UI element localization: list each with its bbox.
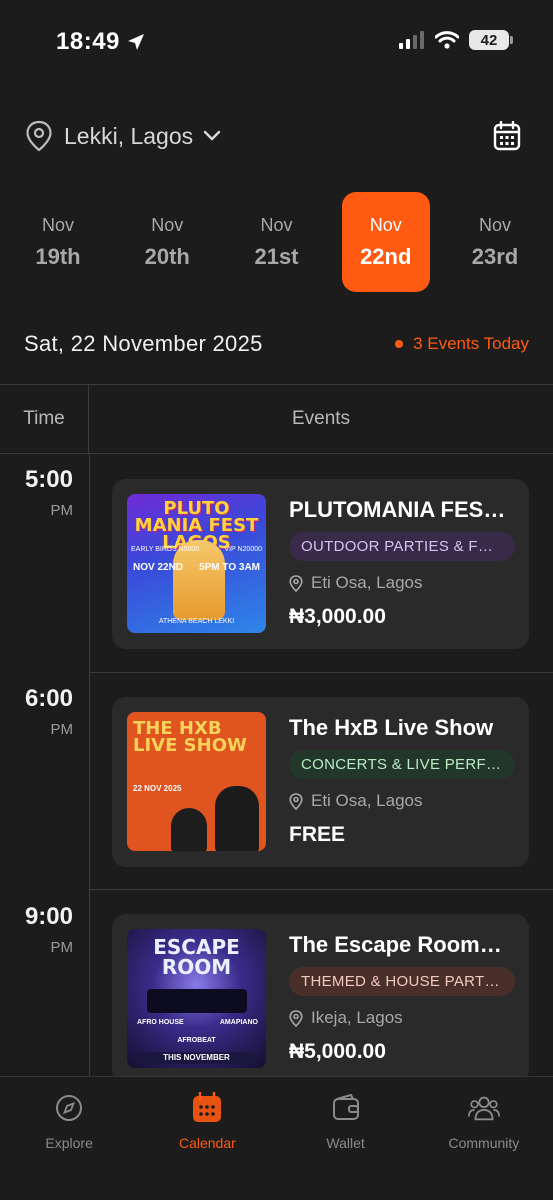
bottom-nav: Explore Calendar Wallet Community [0,1076,553,1200]
location-label: Lekki, Lagos [64,122,194,149]
dj-stage [147,989,247,1013]
people-icon [467,1091,501,1125]
event-price: ₦3,000.00 [289,605,386,628]
battery-indicator: 42 [469,30,513,50]
date-strip: Nov 19th Nov 20th Nov 21st Nov 22nd Nov … [14,192,539,292]
location-header: Lekki, Lagos [24,112,529,160]
time-slot: 6:00 PM [24,685,73,738]
time-slot: 5:00 PM [24,466,73,519]
events-count: 3 Events Today [395,334,529,354]
location-arrow-icon [127,34,144,50]
category-tag: OUTDOOR PARTIES & FES… [289,532,515,561]
events-column-header: Events [291,408,351,429]
performer-figure [215,786,259,851]
event-card[interactable]: THE HXB LIVE SHOW 22 NOV 2025 The HxB Li… [112,697,529,867]
time-slot: 9:00 PM [24,903,73,956]
performer-figure [171,808,207,851]
event-poster: PLUTO MANIA FEST LAGOS EARLY BIRDS N5000… [127,494,266,633]
calendar-icon [493,121,521,151]
row-divider [89,672,553,673]
nav-wallet[interactable]: Wallet [277,1077,415,1200]
day-summary: Sat, 22 November 2025 3 Events Today [24,326,529,362]
compass-icon [52,1091,86,1125]
event-venue: Ikeja, Lagos [289,1008,403,1028]
pin-icon [26,120,52,152]
nav-community[interactable]: Community [415,1077,553,1200]
event-title: The HxB Live Show [289,715,494,740]
date-item-21[interactable]: Nov 21st [233,192,321,292]
wifi-icon [435,31,459,49]
event-poster: ESCAPE ROOM AFRO HOUSE AMAPIANO AFROBEAT… [127,929,266,1068]
event-venue: Eti Osa, Lagos [289,791,423,811]
selected-date-label: Sat, 22 November 2025 [24,331,263,356]
dot-icon [395,340,404,348]
date-item-23[interactable]: Nov 23rd [451,192,539,292]
column-divider [89,454,90,1076]
category-tag: THEMED & HOUSE PARTIES [289,967,515,996]
nav-explore[interactable]: Explore [0,1077,138,1200]
event-card[interactable]: ESCAPE ROOM AFRO HOUSE AMAPIANO AFROBEAT… [112,914,529,1084]
pin-icon [289,1009,303,1027]
chevron-down-icon [203,130,221,141]
pin-icon [289,574,303,592]
wallet-icon [329,1091,363,1125]
time-column-header: Time [0,385,89,453]
status-bar: 18:49 42 [0,0,553,80]
event-title: PLUTOMANIA FES… [289,497,506,522]
date-item-19[interactable]: Nov 19th [14,192,102,292]
date-item-22-selected[interactable]: Nov 22nd [341,192,430,292]
event-card[interactable]: PLUTO MANIA FEST LAGOS EARLY BIRDS N5000… [112,479,529,649]
nav-calendar[interactable]: Calendar [138,1077,276,1200]
category-tag: CONCERTS & LIVE PERFO… [289,750,515,779]
calendar-icon [190,1091,224,1125]
event-venue: Eti Osa, Lagos [289,573,423,593]
event-price: ₦5,000.00 [289,1040,386,1063]
row-divider [89,889,553,890]
location-selector[interactable]: Lekki, Lagos [24,120,221,152]
signal-icon [399,31,424,49]
event-title: The Escape Room… [289,932,502,957]
date-item-20[interactable]: Nov 20th [123,192,211,292]
status-time: 18:49 [56,28,146,56]
event-price: FREE [289,823,346,846]
pin-icon [289,792,303,810]
event-poster: THE HXB LIVE SHOW 22 NOV 2025 [127,712,266,851]
calendar-picker-button[interactable] [485,114,529,158]
schedule-header: Time Events [0,384,553,454]
